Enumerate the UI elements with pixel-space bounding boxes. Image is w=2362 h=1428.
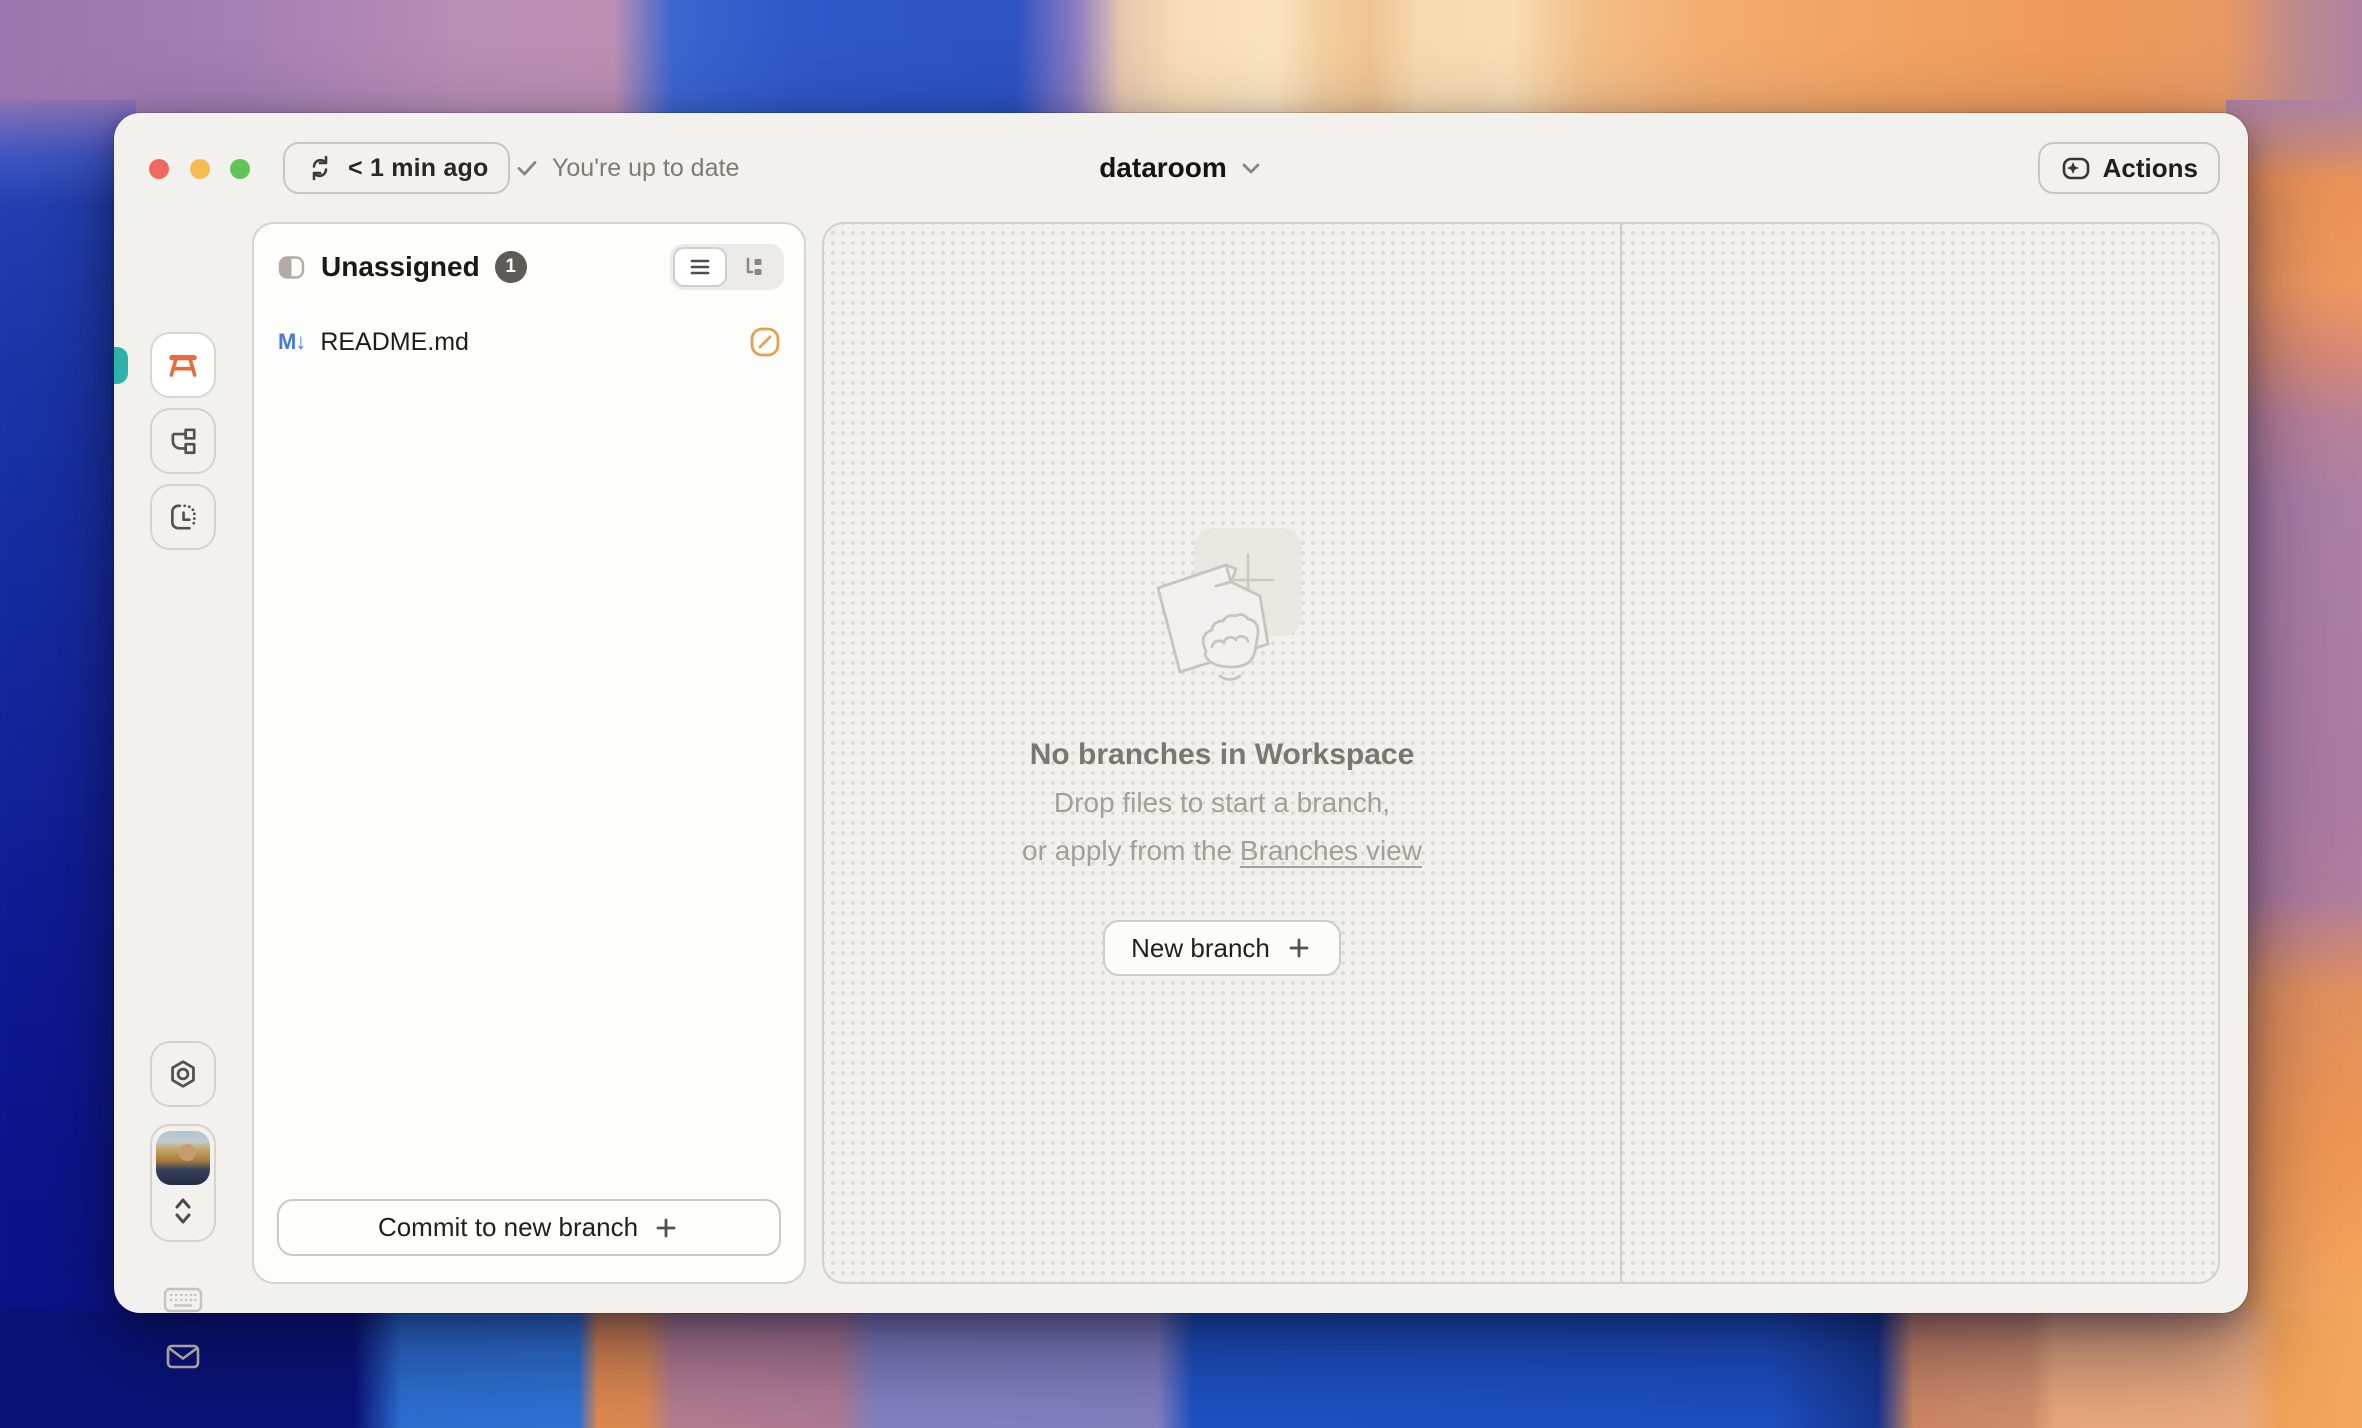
rail-item-history[interactable]	[150, 484, 216, 550]
unassigned-header: Unassigned 1	[254, 224, 804, 310]
drop-files-illustration	[1132, 520, 1312, 710]
user-avatar	[156, 1131, 210, 1185]
rail-item-workspace[interactable]	[150, 332, 216, 398]
app-window: < 1 min ago You're up to date dataroom	[114, 113, 2248, 1313]
list-view-icon	[687, 254, 713, 280]
project-switcher[interactable]: dataroom	[114, 142, 2248, 194]
gitbutler-logo-icon	[165, 347, 201, 383]
active-project-indicator	[114, 347, 128, 384]
actions-sparkle-icon	[2060, 152, 2092, 184]
file-name: README.md	[320, 328, 469, 357]
unassigned-title: Unassigned	[321, 251, 480, 283]
mail-icon	[164, 1340, 202, 1372]
branches-icon	[167, 425, 199, 457]
empty-state-line2-text: or apply from the	[1022, 835, 1240, 866]
commit-to-new-branch-button[interactable]: Commit to new branch	[277, 1199, 781, 1256]
tree-view-button[interactable]	[727, 247, 781, 287]
feedback-mail-button[interactable]	[150, 1340, 216, 1372]
history-clock-icon	[167, 501, 199, 533]
actions-button[interactable]: Actions	[2038, 142, 2220, 194]
modified-status-icon	[748, 325, 782, 359]
rail-item-settings[interactable]	[150, 1041, 216, 1107]
actions-label: Actions	[2103, 153, 2198, 184]
plus-icon	[652, 1214, 680, 1242]
empty-state-line2: or apply from the Branches view	[1022, 834, 1422, 868]
unassigned-panel: Unassigned 1	[252, 222, 806, 1284]
rail-item-branches[interactable]	[150, 408, 216, 474]
empty-state-line1: Drop files to start a branch,	[1054, 786, 1390, 820]
settings-nut-icon	[167, 1058, 199, 1090]
chevron-down-icon	[1239, 156, 1263, 180]
keyboard-shortcuts-button[interactable]	[150, 1284, 216, 1316]
tree-view-icon	[741, 254, 767, 280]
project-name: dataroom	[1099, 152, 1227, 184]
empty-state-title: No branches in Workspace	[1030, 738, 1415, 772]
markdown-file-icon: M↓	[278, 329, 305, 355]
file-row-readme[interactable]: M↓ README.md	[254, 318, 804, 366]
split-panel-icon	[278, 255, 305, 280]
workspace-empty-state: No branches in Workspace Drop files to s…	[824, 224, 1620, 1282]
branches-view-link[interactable]: Branches view	[1240, 835, 1422, 866]
sidebar-rail	[114, 222, 252, 1313]
plus-icon	[1285, 934, 1313, 962]
unassigned-count-badge: 1	[495, 251, 527, 283]
new-branch-button[interactable]: New branch	[1103, 920, 1341, 976]
commit-button-label: Commit to new branch	[378, 1212, 638, 1243]
workspace-canvas: No branches in Workspace Drop files to s…	[822, 222, 2220, 1284]
view-mode-toggle	[670, 244, 784, 290]
chevron-up-down-icon	[166, 1191, 200, 1231]
account-switcher[interactable]	[150, 1124, 216, 1242]
keyboard-icon	[162, 1284, 204, 1316]
titlebar: < 1 min ago You're up to date dataroom	[114, 113, 2248, 222]
lane-divider	[1620, 224, 1622, 1282]
wallpaper-bottom-band	[0, 1310, 2362, 1428]
new-branch-label: New branch	[1131, 933, 1270, 964]
list-view-button[interactable]	[673, 247, 727, 287]
